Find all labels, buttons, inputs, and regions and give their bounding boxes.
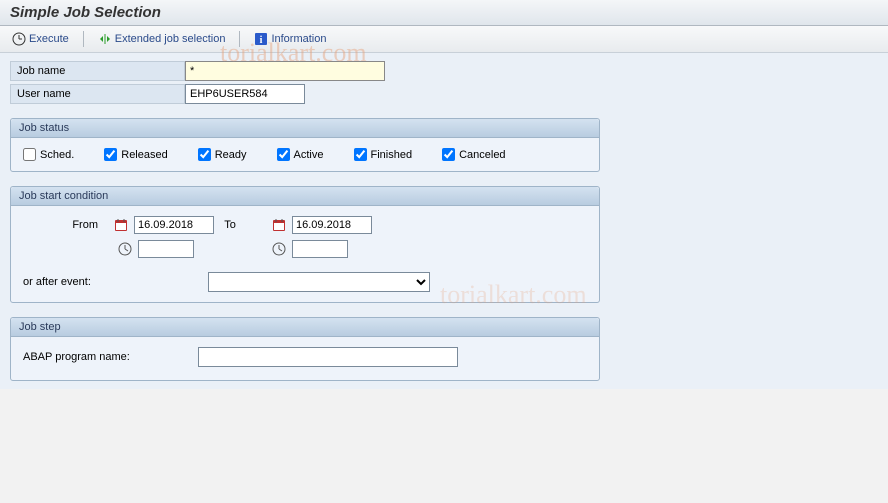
user-name-row: User name bbox=[10, 84, 878, 104]
from-label: From bbox=[23, 219, 108, 231]
svg-text:i: i bbox=[260, 35, 263, 46]
info-icon: i bbox=[254, 32, 268, 46]
toolbar: Execute Extended job selection i Informa… bbox=[0, 26, 888, 53]
execute-label: Execute bbox=[29, 33, 69, 45]
user-name-label: User name bbox=[10, 84, 185, 104]
active-checkbox-input[interactable] bbox=[277, 148, 290, 161]
job-start-title: Job start condition bbox=[11, 187, 599, 206]
sched-checkbox-input[interactable] bbox=[23, 148, 36, 161]
abap-program-input[interactable] bbox=[198, 347, 458, 367]
date-from-input[interactable] bbox=[134, 216, 214, 234]
extended-selection-button[interactable]: Extended job selection bbox=[94, 30, 230, 48]
information-label: Information bbox=[271, 33, 326, 45]
page-title: Simple Job Selection bbox=[0, 0, 888, 26]
canceled-label: Canceled bbox=[459, 149, 505, 161]
released-checkbox-input[interactable] bbox=[104, 148, 117, 161]
event-select[interactable] bbox=[208, 272, 430, 292]
status-checkbox-row: Sched. Released Ready Active Finished bbox=[23, 148, 587, 161]
time-from-input[interactable] bbox=[138, 240, 194, 258]
sched-checkbox[interactable]: Sched. bbox=[23, 148, 74, 161]
canceled-checkbox-input[interactable] bbox=[442, 148, 455, 161]
clock-to-icon[interactable] bbox=[272, 242, 286, 256]
date-to-input[interactable] bbox=[292, 216, 372, 234]
ready-checkbox[interactable]: Ready bbox=[198, 148, 247, 161]
event-label: or after event: bbox=[23, 276, 198, 288]
ready-checkbox-input[interactable] bbox=[198, 148, 211, 161]
time-to-input[interactable] bbox=[292, 240, 348, 258]
calendar-to-icon[interactable] bbox=[272, 218, 286, 232]
active-label: Active bbox=[294, 149, 324, 161]
clock-from-icon[interactable] bbox=[118, 242, 132, 256]
canceled-checkbox[interactable]: Canceled bbox=[442, 148, 505, 161]
ready-label: Ready bbox=[215, 149, 247, 161]
job-step-title: Job step bbox=[11, 318, 599, 337]
date-row: From To bbox=[23, 216, 587, 234]
job-status-group: Job status Sched. Released Ready Active bbox=[10, 118, 600, 172]
active-checkbox[interactable]: Active bbox=[277, 148, 324, 161]
expand-icon bbox=[98, 32, 112, 46]
job-step-group: Job step ABAP program name: bbox=[10, 317, 600, 381]
sched-label: Sched. bbox=[40, 149, 74, 161]
execute-button[interactable]: Execute bbox=[8, 30, 73, 48]
toolbar-separator bbox=[239, 31, 240, 47]
abap-label: ABAP program name: bbox=[23, 351, 188, 363]
job-status-title: Job status bbox=[11, 119, 599, 138]
finished-label: Finished bbox=[371, 149, 413, 161]
clock-execute-icon bbox=[12, 32, 26, 46]
job-name-input[interactable] bbox=[185, 61, 385, 81]
job-name-label: Job name bbox=[10, 61, 185, 81]
released-label: Released bbox=[121, 149, 167, 161]
toolbar-separator bbox=[83, 31, 84, 47]
job-name-row: Job name bbox=[10, 61, 878, 81]
event-row: or after event: bbox=[23, 272, 587, 292]
user-name-input[interactable] bbox=[185, 84, 305, 104]
finished-checkbox-input[interactable] bbox=[354, 148, 367, 161]
released-checkbox[interactable]: Released bbox=[104, 148, 167, 161]
abap-row: ABAP program name: bbox=[23, 347, 587, 367]
calendar-from-icon[interactable] bbox=[114, 218, 128, 232]
content-area: Job name User name Job status Sched. Rel… bbox=[0, 53, 888, 389]
job-start-group: Job start condition From To bbox=[10, 186, 600, 303]
information-button[interactable]: i Information bbox=[250, 30, 330, 48]
time-row bbox=[23, 240, 587, 258]
to-label: To bbox=[220, 219, 240, 231]
extended-label: Extended job selection bbox=[115, 33, 226, 45]
finished-checkbox[interactable]: Finished bbox=[354, 148, 413, 161]
